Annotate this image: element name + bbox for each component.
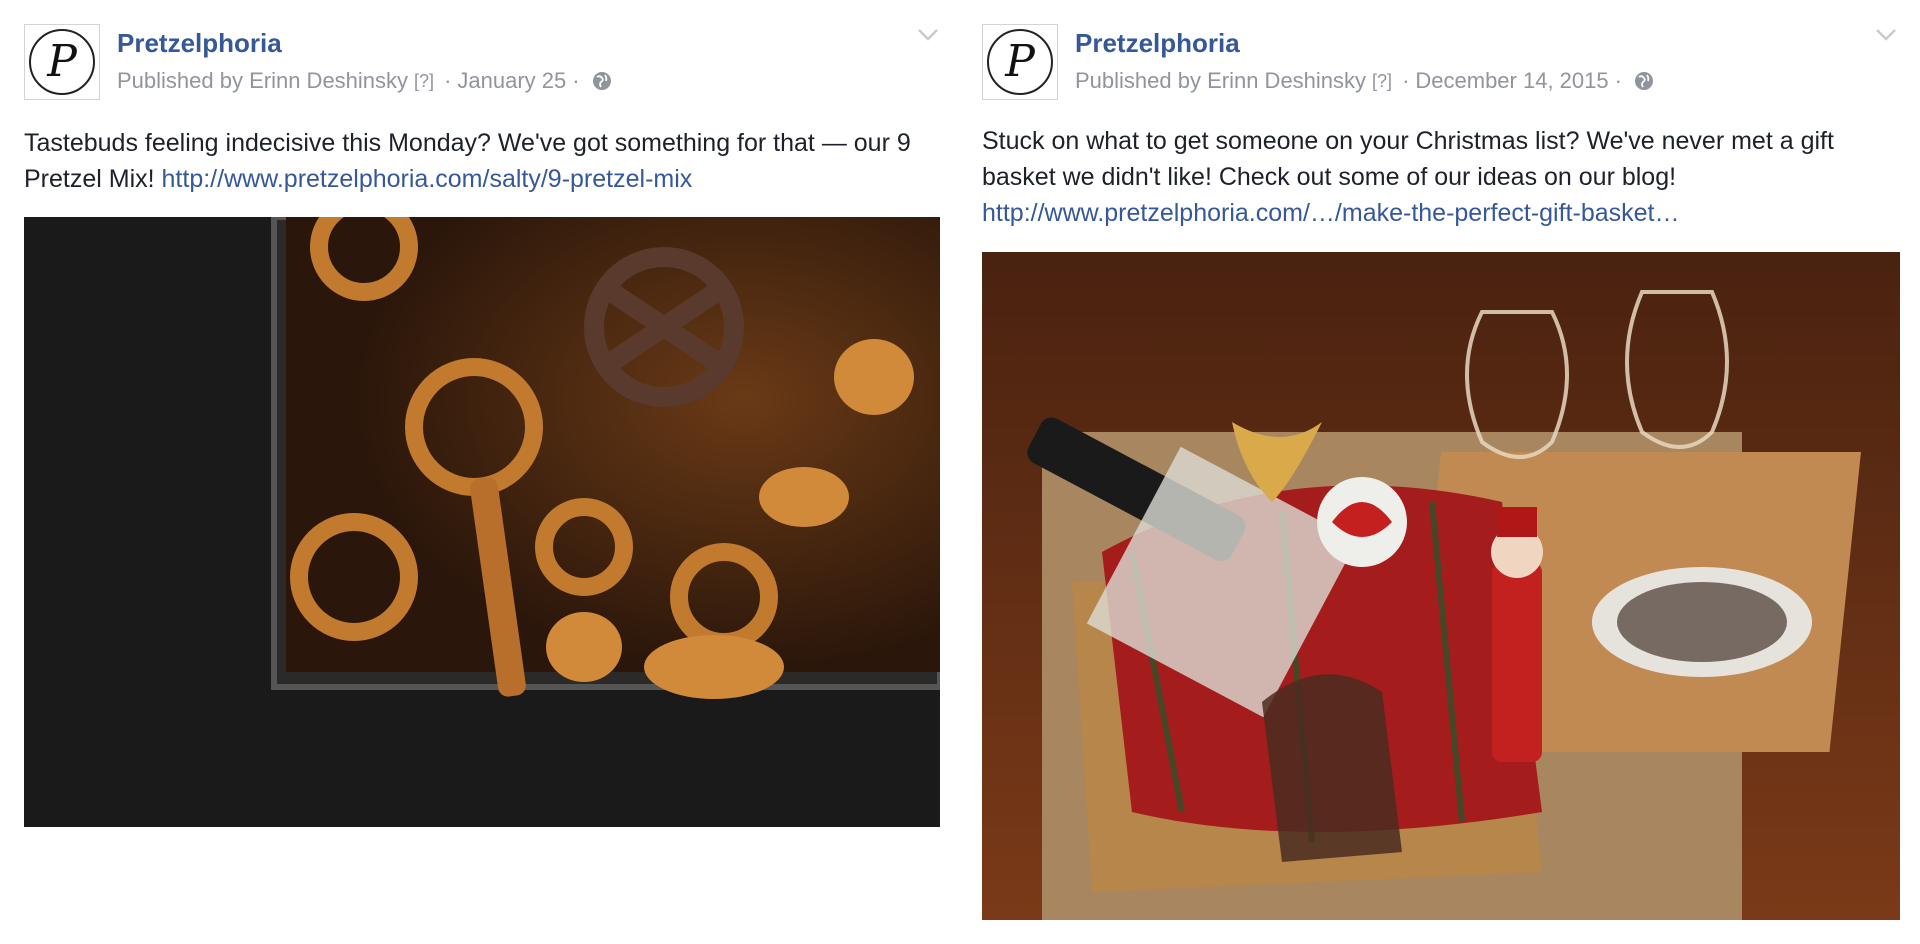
globe-icon (592, 72, 611, 90)
gift-basket-image (982, 252, 1900, 920)
page-avatar[interactable]: P (24, 24, 100, 100)
post-message: Stuck on what to get someone on your Chr… (982, 127, 1834, 191)
post-header: P Pretzelphoria Published by Erinn Deshi… (24, 0, 940, 100)
post-photo[interactable] (24, 217, 940, 827)
published-by-label: Published by Erinn Deshinsky (117, 68, 409, 93)
post-text: Stuck on what to get someone on your Chr… (982, 123, 1900, 231)
post-text: Tastebuds feeling indecisive this Monday… (24, 125, 940, 197)
post-header: P Pretzelphoria Published by Erinn Deshi… (982, 0, 1900, 100)
chevron-down-icon[interactable] (917, 28, 939, 42)
post-date-link[interactable]: January 25 (457, 68, 566, 94)
help-link[interactable]: [?] (414, 71, 434, 92)
pretzel-mix-image (24, 217, 940, 827)
meta-separator: · (1614, 68, 1622, 93)
page-name-link[interactable]: Pretzelphoria (1075, 28, 1240, 59)
post-link[interactable]: http://www.pretzelphoria.com/…/make-the-… (982, 199, 1680, 227)
page-avatar[interactable]: P (982, 24, 1058, 100)
post-meta: Published by Erinn Deshinsky [?] · Decem… (1075, 68, 1654, 94)
published-by-label: Published by Erinn Deshinsky (1075, 68, 1367, 93)
post-meta: Published by Erinn Deshinsky [?] · Janua… (117, 68, 612, 94)
meta-separator: · (1402, 68, 1410, 93)
pretzelphoria-logo-icon: P (29, 29, 95, 95)
globe-icon (1634, 72, 1653, 90)
post-card: P Pretzelphoria Published by Erinn Deshi… (982, 0, 1900, 920)
chevron-down-icon[interactable] (1875, 28, 1897, 42)
post-photo[interactable] (982, 252, 1900, 920)
post-link[interactable]: http://www.pretzelphoria.com/salty/9-pre… (162, 165, 693, 193)
post-card: P Pretzelphoria Published by Erinn Deshi… (24, 0, 940, 827)
pretzelphoria-logo-icon: P (987, 29, 1053, 95)
post-date-link[interactable]: December 14, 2015 (1415, 68, 1608, 94)
help-link[interactable]: [?] (1372, 71, 1392, 92)
meta-separator: · (572, 68, 580, 93)
page-name-link[interactable]: Pretzelphoria (117, 28, 282, 59)
meta-separator: · (444, 68, 452, 93)
